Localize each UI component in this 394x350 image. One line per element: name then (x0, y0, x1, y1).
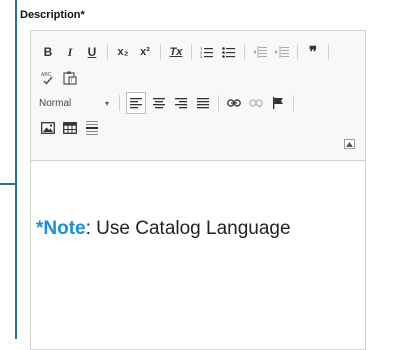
toolbar-row-insert (37, 117, 365, 139)
toolbar-row-clipboard: ABC T (37, 67, 365, 89)
justify-button[interactable] (195, 92, 211, 114)
format-select-value: Normal (39, 97, 72, 109)
numbered-list-icon: 1 2 3 (200, 46, 213, 58)
image-icon (41, 122, 55, 134)
toolbar-row-format: Normal ▾ (31, 92, 365, 114)
toolbar-separator (119, 95, 120, 111)
toolbar-separator (244, 44, 245, 60)
bulleted-list-icon (222, 47, 235, 58)
triangle-up-icon (346, 141, 353, 147)
align-left-icon (130, 97, 142, 108)
align-center-icon (153, 97, 165, 108)
collapse-toolbar-button[interactable] (344, 139, 355, 149)
horizontal-line-icon (86, 121, 98, 135)
anchor-button[interactable] (270, 92, 286, 114)
spellcheck-button[interactable]: ABC (40, 67, 56, 89)
toolbar-separator (107, 44, 108, 60)
toolbar-row-basic: B I U x₂ x² Tx 1 2 3 ❞ (37, 41, 365, 63)
horizontal-line-button[interactable] (84, 117, 100, 139)
svg-text:T: T (70, 79, 73, 85)
toolbar-separator (191, 44, 192, 60)
indent-icon (275, 46, 289, 58)
superscript-button[interactable]: x² (137, 41, 153, 63)
align-left-button[interactable] (126, 92, 146, 114)
increase-indent-button[interactable] (274, 41, 290, 63)
field-indicator-tick (0, 183, 16, 185)
paste-text-button[interactable]: T (62, 67, 78, 89)
underline-button[interactable]: U (84, 41, 100, 63)
spellcheck-icon: ABC (41, 72, 53, 85)
image-button[interactable] (40, 117, 56, 139)
bulleted-list-button[interactable] (221, 41, 237, 63)
numbered-list-button[interactable]: 1 2 3 (199, 41, 215, 63)
chevron-down-icon: ▾ (104, 98, 109, 108)
subscript-button[interactable]: x₂ (115, 41, 131, 63)
italic-button[interactable]: I (62, 41, 78, 63)
decrease-indent-button[interactable] (252, 41, 268, 63)
note-prefix: *Note (36, 218, 86, 239)
note-body: : Use Catalog Language (85, 218, 291, 239)
toolbar-separator (218, 95, 219, 111)
toolbar-separator (328, 44, 329, 60)
paste-text-icon: T (63, 71, 77, 85)
rich-text-editor: B I U x₂ x² Tx 1 2 3 ❞ ABC T Normal ▾ *N… (30, 30, 366, 350)
description-label: Description* (20, 9, 85, 21)
table-icon (63, 122, 77, 134)
remove-format-button[interactable]: Tx (168, 41, 184, 63)
flag-icon (273, 97, 283, 109)
toolbar-separator (160, 44, 161, 60)
outdent-icon (253, 46, 267, 58)
toolbar-separator (297, 44, 298, 60)
unlink-icon (249, 99, 263, 108)
editor-toolbar: B I U x₂ x² Tx 1 2 3 ❞ ABC T Normal ▾ (31, 31, 365, 161)
toolbar-separator (293, 95, 294, 111)
align-center-button[interactable] (151, 92, 167, 114)
unlink-button[interactable] (248, 92, 264, 114)
format-select[interactable]: Normal ▾ (39, 92, 113, 114)
field-indicator-bar (15, 0, 17, 339)
align-justify-icon (197, 97, 209, 108)
bold-button[interactable]: B (40, 41, 56, 63)
align-right-icon (175, 97, 187, 108)
svg-text:3: 3 (200, 54, 203, 58)
align-right-button[interactable] (173, 92, 189, 114)
table-button[interactable] (62, 117, 78, 139)
note-text: *Note: Use Catalog Language (36, 218, 291, 240)
link-button[interactable] (226, 92, 242, 114)
svg-text:ABC: ABC (41, 72, 52, 78)
link-icon (227, 99, 241, 107)
blockquote-button[interactable]: ❞ (305, 41, 321, 63)
